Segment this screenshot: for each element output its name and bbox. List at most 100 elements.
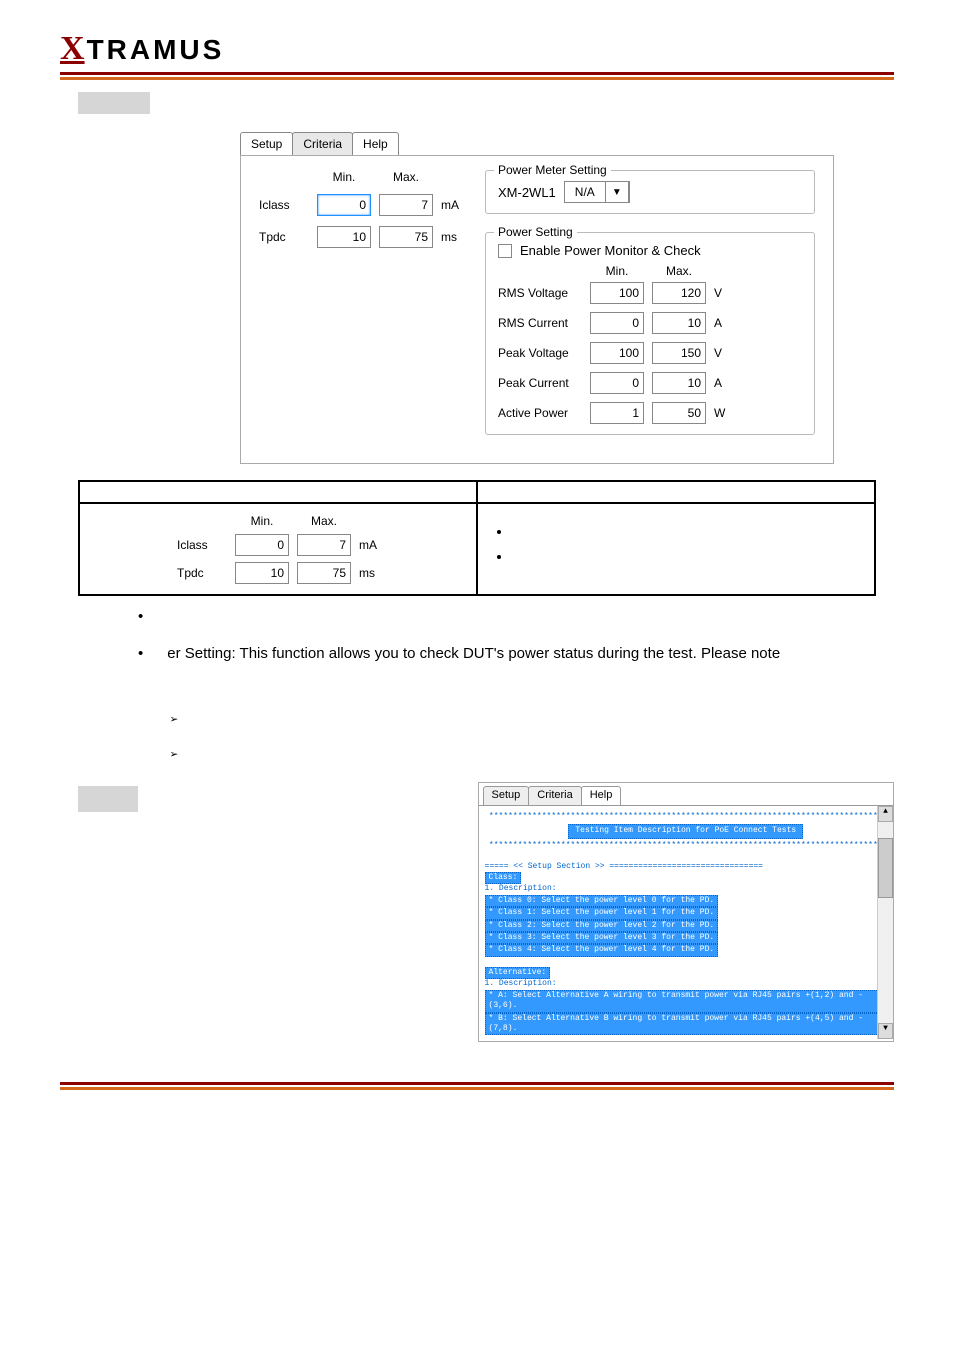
tpdc-min-input[interactable] — [317, 226, 371, 248]
criteria-table: Min. Max. Iclass mA Tpdc ms — [78, 480, 876, 596]
h-class-l3: * Class 3: Select the power level 3 for … — [485, 932, 719, 944]
table-cell-left: Min. Max. Iclass mA Tpdc ms — [79, 503, 477, 595]
bullet-row-2: • er Setting: This function allows you t… — [138, 645, 894, 662]
enable-power-label: Enable Power Monitor & Check — [520, 243, 701, 258]
t-iclass-unit: mA — [359, 538, 379, 552]
scroll-thumb[interactable] — [878, 838, 893, 898]
active-power-label: Active Power — [498, 406, 582, 420]
bullet-icon: • — [138, 608, 143, 625]
iclass-max-input[interactable] — [379, 194, 433, 216]
h-class-l1: * Class 1: Select the power level 1 for … — [485, 907, 719, 919]
peak-current-unit: A — [714, 376, 734, 390]
help-window: Setup Criteria Help ********************… — [478, 782, 894, 1042]
peak-current-max-input[interactable] — [652, 372, 706, 394]
max-header: Max. — [379, 170, 433, 184]
logo-text: TRAMUS — [87, 34, 225, 66]
rms-current-min-input[interactable] — [590, 312, 644, 334]
section-placeholder-2 — [78, 786, 138, 812]
footer-divider-red — [60, 1082, 894, 1085]
t-tpdc-max-input[interactable] — [297, 562, 351, 584]
power-meter-fieldset: Power Meter Setting XM-2WL1 N/A ▼ — [485, 170, 815, 214]
footer-divider-orange — [60, 1087, 894, 1090]
t-tpdc-min-input[interactable] — [235, 562, 289, 584]
tpdc-max-input[interactable] — [379, 226, 433, 248]
tpdc-label: Tpdc — [259, 230, 309, 244]
ps-max-header: Max. — [652, 264, 706, 278]
t-tpdc-label: Tpdc — [177, 566, 227, 580]
t-tpdc-unit: ms — [359, 566, 379, 580]
table-bullet-2 — [512, 549, 860, 564]
help-tab-setup[interactable]: Setup — [483, 786, 530, 805]
rms-voltage-unit: V — [714, 286, 734, 300]
active-power-unit: W — [714, 406, 734, 420]
peak-voltage-max-input[interactable] — [652, 342, 706, 364]
t-iclass-max-input[interactable] — [297, 534, 351, 556]
help-title: Testing Item Description for PoE Connect… — [568, 824, 803, 838]
chevron-1: ➢ — [170, 712, 894, 729]
rms-current-label: RMS Current — [498, 316, 582, 330]
rms-voltage-label: RMS Voltage — [498, 286, 582, 300]
iclass-unit: mA — [441, 198, 461, 212]
table-header-left — [79, 481, 477, 503]
body-text: er Setting: This function allows you to … — [167, 645, 780, 662]
chevron-down-icon: ▼ — [606, 182, 629, 202]
tabbar: Setup Criteria Help — [240, 129, 834, 155]
peak-voltage-label: Peak Voltage — [498, 346, 582, 360]
device-select[interactable]: N/A ▼ — [564, 181, 630, 203]
h-class-l4: * Class 4: Select the power level 4 for … — [485, 944, 719, 956]
device-label: XM-2WL1 — [498, 185, 556, 200]
t-min-header: Min. — [235, 514, 289, 528]
peak-current-label: Peak Current — [498, 376, 582, 390]
logo: X TRAMUS — [60, 30, 894, 68]
logo-x: X — [60, 30, 85, 68]
bullet-icon-2: • — [138, 645, 143, 662]
scroll-up-icon[interactable]: ▲ — [878, 806, 893, 822]
device-select-value: N/A — [565, 182, 606, 202]
h-class-l2: * Class 2: Select the power level 2 for … — [485, 920, 719, 932]
table-header-right — [477, 481, 875, 503]
enable-power-checkbox[interactable] — [498, 244, 512, 258]
peak-voltage-unit: V — [714, 346, 734, 360]
ps-min-header: Min. — [590, 264, 644, 278]
rms-current-unit: A — [714, 316, 734, 330]
tpdc-unit: ms — [441, 230, 461, 244]
rms-voltage-max-input[interactable] — [652, 282, 706, 304]
setup-section-line: ===== << Setup Section >> ==============… — [485, 862, 887, 872]
min-header: Min. — [317, 170, 371, 184]
peak-voltage-min-input[interactable] — [590, 342, 644, 364]
h-class-l0: * Class 0: Select the power level 0 for … — [485, 895, 719, 907]
active-power-max-input[interactable] — [652, 402, 706, 424]
h-alt-a: * A: Select Alternative A wiring to tran… — [485, 990, 887, 1013]
asterisk-line-2: ****************************************… — [485, 841, 887, 851]
power-setting-fieldset: Power Setting Enable Power Monitor & Che… — [485, 232, 815, 435]
tab-setup[interactable]: Setup — [240, 132, 293, 155]
h-class-d1: 1. Description: — [485, 884, 557, 893]
help-tab-criteria[interactable]: Criteria — [528, 786, 581, 805]
scrollbar[interactable]: ▲ ▼ — [877, 806, 893, 1039]
h-alt: Alternative: — [485, 967, 551, 979]
criteria-left-column: Min. Max. Iclass mA Tpdc ms — [259, 170, 461, 443]
table-bullet-1 — [512, 524, 860, 539]
section-placeholder — [78, 92, 150, 114]
rms-voltage-min-input[interactable] — [590, 282, 644, 304]
bullet-row-1: • — [138, 608, 894, 625]
help-tab-help[interactable]: Help — [581, 786, 622, 805]
chevron-2: ➢ — [170, 747, 894, 764]
h-alt-d1: 1. Description: — [485, 979, 557, 988]
divider-orange — [60, 77, 894, 80]
tab-help[interactable]: Help — [352, 132, 399, 155]
asterisk-line-1: ****************************************… — [485, 812, 887, 822]
divider-red — [60, 72, 894, 75]
power-meter-legend: Power Meter Setting — [494, 163, 611, 177]
t-iclass-min-input[interactable] — [235, 534, 289, 556]
peak-current-min-input[interactable] — [590, 372, 644, 394]
h-class: Class: — [485, 872, 522, 884]
power-setting-legend: Power Setting — [494, 225, 577, 239]
active-power-min-input[interactable] — [590, 402, 644, 424]
rms-current-max-input[interactable] — [652, 312, 706, 334]
t-max-header: Max. — [297, 514, 351, 528]
tab-criteria[interactable]: Criteria — [292, 132, 353, 155]
h-alt-b: * B: Select Alternative B wiring to tran… — [485, 1013, 887, 1036]
iclass-min-input[interactable] — [317, 194, 371, 216]
scroll-down-icon[interactable]: ▼ — [878, 1023, 893, 1039]
